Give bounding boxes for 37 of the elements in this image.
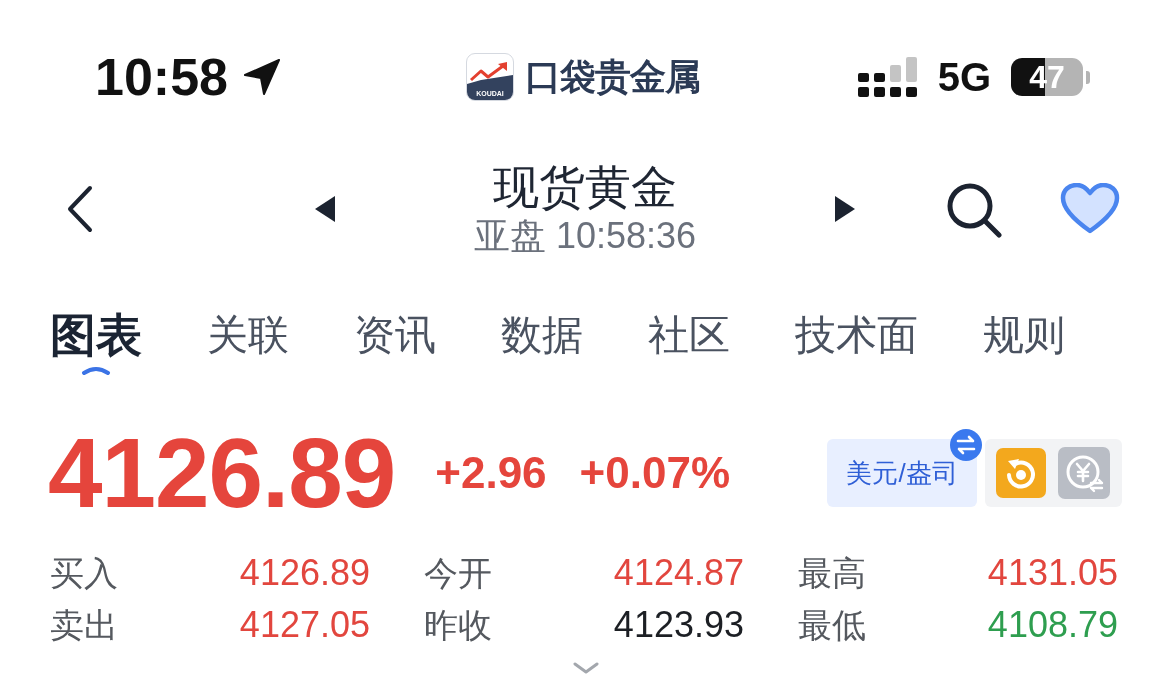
network-type: 5G <box>937 57 991 97</box>
stat-label: 昨收 <box>424 608 492 642</box>
stat-label: 买入 <box>50 556 118 590</box>
stat-value: 4108.79 <box>987 607 1118 643</box>
location-arrow-icon <box>242 57 282 97</box>
session-time: 亚盘 10:58:36 <box>473 214 697 258</box>
tab[interactable]: 资讯 <box>354 310 436 360</box>
heart-icon[interactable] <box>1060 183 1120 235</box>
stat-label: 卖出 <box>50 608 118 642</box>
tab[interactable]: 社区 <box>648 310 730 360</box>
trend-arrow-icon <box>467 60 513 88</box>
tab[interactable]: 规则 <box>983 310 1065 360</box>
tab[interactable]: 图表 <box>50 310 142 375</box>
stat-label: 今开 <box>424 556 492 590</box>
unit-toggle-button[interactable]: 美元/盎司 <box>827 439 977 507</box>
stat-value: 4127.05 <box>239 607 370 643</box>
previous-triangle-icon[interactable] <box>315 196 335 222</box>
status-time: 10:58 <box>95 51 228 103</box>
last-price: 4126.89 <box>48 424 396 522</box>
brand-name: 口袋贵金属 <box>525 59 700 95</box>
back-chevron-icon[interactable] <box>65 184 95 234</box>
instrument-title: 现货黄金 <box>493 160 677 214</box>
tab[interactable]: 数据 <box>501 310 583 360</box>
stat-label: 最高 <box>798 556 866 590</box>
price-change: +2.96 <box>435 451 547 495</box>
stat-label: 最低 <box>798 608 866 642</box>
tab[interactable]: 技术面 <box>795 310 918 360</box>
stat-value: 4131.05 <box>987 555 1118 591</box>
caret-indicator-icon <box>81 365 111 375</box>
stat-value: 4124.87 <box>613 555 744 591</box>
stat-value: 4126.89 <box>239 555 370 591</box>
tab[interactable]: 关联 <box>207 310 289 360</box>
stat-value: 4123.93 <box>613 607 744 643</box>
swap-arrows-icon <box>950 429 982 461</box>
price-change-percent: +0.07% <box>579 451 731 495</box>
cellular-signal-icon <box>857 57 918 97</box>
next-triangle-icon[interactable] <box>835 196 855 222</box>
